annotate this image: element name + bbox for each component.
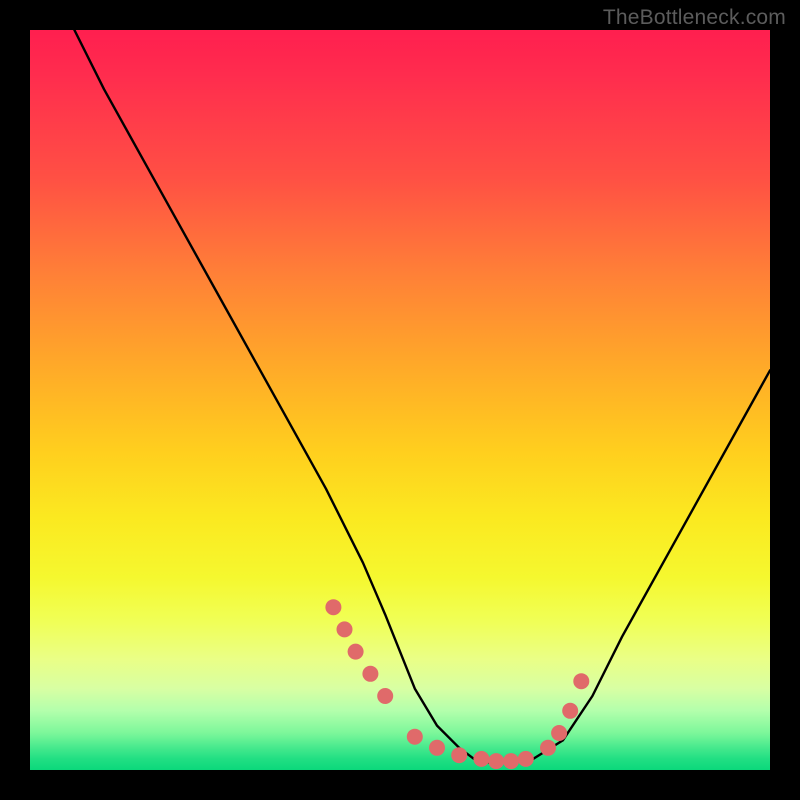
plot-area: [30, 30, 770, 770]
sweet-spot-dot: [325, 599, 341, 615]
sweet-spot-dot: [377, 688, 393, 704]
sweet-spot-dot: [503, 753, 519, 769]
sweet-spot-dot: [473, 751, 489, 767]
watermark-text: TheBottleneck.com: [603, 6, 786, 30]
sweet-spot-dot: [451, 747, 467, 763]
sweet-spot-dot: [562, 703, 578, 719]
sweet-spot-dot: [488, 753, 504, 769]
sweet-spot-dot: [348, 644, 364, 660]
sweet-spot-dot: [540, 740, 556, 756]
sweet-spot-dot: [337, 621, 353, 637]
sweet-spot-dots: [325, 599, 589, 769]
sweet-spot-dot: [407, 729, 423, 745]
bottleneck-curve: [74, 30, 770, 763]
curve-layer: [30, 30, 770, 770]
sweet-spot-dot: [362, 666, 378, 682]
sweet-spot-dot: [518, 751, 534, 767]
sweet-spot-dot: [573, 673, 589, 689]
sweet-spot-dot: [551, 725, 567, 741]
chart-frame: TheBottleneck.com: [0, 0, 800, 800]
sweet-spot-dot: [429, 740, 445, 756]
